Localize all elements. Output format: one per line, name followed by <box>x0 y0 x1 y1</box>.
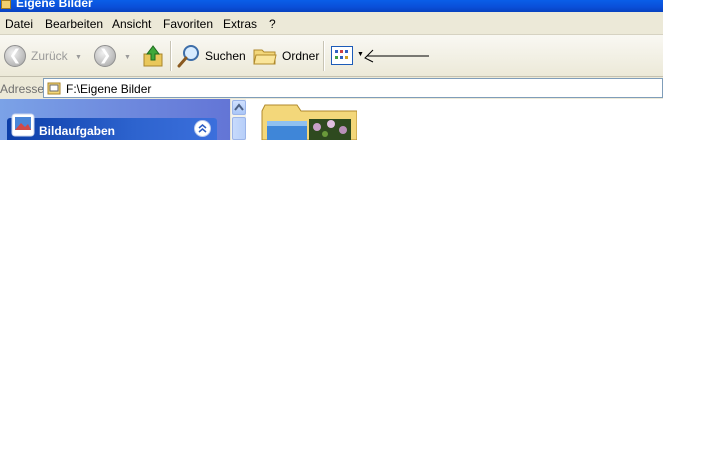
toolbar-separator <box>323 41 325 71</box>
collapse-icon[interactable] <box>194 120 211 137</box>
task-section-title: Bildaufgaben <box>39 124 116 138</box>
views-icon[interactable] <box>331 46 353 65</box>
folders-button-label[interactable]: Ordner <box>282 49 319 63</box>
menu-help[interactable]: ? <box>269 17 276 31</box>
address-value: F:\Eigene Bilder <box>66 82 152 96</box>
explorer-window: Eigene Bilder Datei Bearbeiten Ansicht F… <box>0 0 663 140</box>
folders-icon[interactable] <box>253 46 277 66</box>
address-label: Adresse <box>0 82 45 96</box>
back-icon[interactable]: ❮ <box>4 45 26 67</box>
folder-thumbnail-icon[interactable] <box>261 103 357 140</box>
menu-ansicht[interactable]: Ansicht <box>112 17 151 31</box>
task-section-header[interactable]: Bildaufgaben <box>7 113 217 140</box>
toolbar: ❮ Zurück ▼ ❯ ▼ Suchen Ordner ▼ <box>0 35 663 77</box>
menu-bearbeiten[interactable]: Bearbeiten <box>45 17 103 31</box>
forward-icon[interactable]: ❯ <box>94 45 116 67</box>
up-folder-icon[interactable] <box>142 44 164 68</box>
address-input[interactable]: F:\Eigene Bilder <box>43 78 663 98</box>
menu-favoriten[interactable]: Favoriten <box>163 17 213 31</box>
toolbar-separator <box>170 41 172 71</box>
search-icon[interactable] <box>177 44 201 68</box>
menu-bar: Datei Bearbeiten Ansicht Favoriten Extra… <box>0 12 663 35</box>
folder-icon <box>1 0 11 9</box>
vertical-scrollbar[interactable] <box>230 99 246 140</box>
window-title: Eigene Bilder <box>16 0 93 10</box>
pictures-icon <box>11 113 35 137</box>
forward-dropdown-icon[interactable]: ▼ <box>124 54 131 61</box>
task-pane: Bildaufgaben <box>0 99 230 140</box>
title-bar[interactable]: Eigene Bilder <box>0 0 663 12</box>
menu-extras[interactable]: Extras <box>223 17 257 31</box>
annotation-arrow-icon <box>364 49 429 63</box>
menu-datei[interactable]: Datei <box>5 17 33 31</box>
address-bar: Adresse F:\Eigene Bilder <box>0 77 663 99</box>
back-dropdown-icon[interactable]: ▼ <box>75 54 82 61</box>
search-button-label[interactable]: Suchen <box>205 49 246 63</box>
scroll-thumb[interactable] <box>232 117 246 140</box>
scroll-up-icon[interactable] <box>232 100 246 115</box>
pictures-folder-icon <box>47 82 61 95</box>
back-button-label[interactable]: Zurück <box>31 49 68 63</box>
